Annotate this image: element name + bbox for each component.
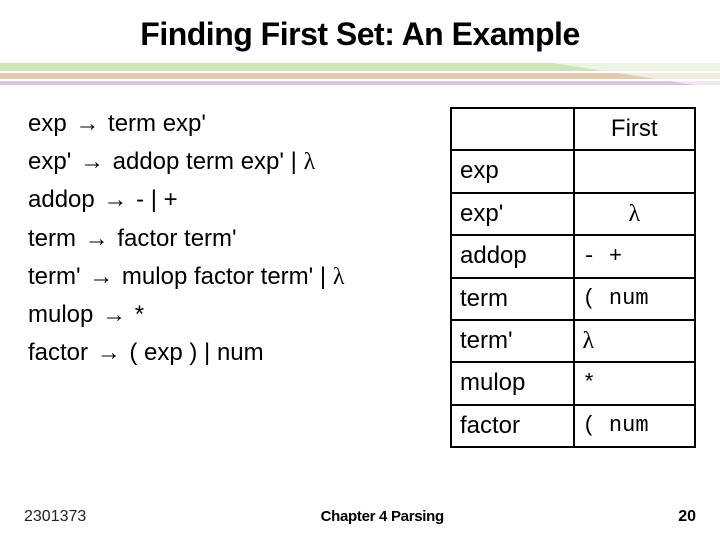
table-row: exp'λ	[451, 193, 695, 235]
page-number: 20	[678, 508, 696, 526]
lambda-icon: λ	[304, 149, 316, 175]
table-cell-nonterminal: exp	[451, 150, 574, 192]
arrow-icon: →	[100, 302, 128, 328]
arrow-icon: →	[73, 111, 101, 137]
table-cell-first: λ	[574, 320, 695, 362]
grammar-block: exp → term exp'exp' → addop term exp' | …	[28, 105, 438, 448]
table-cell-nonterminal: term'	[451, 320, 574, 362]
table-header-first: First	[574, 108, 695, 150]
table-cell-nonterminal: term	[451, 278, 574, 320]
first-set-table: First expexp'λaddop- +term( numterm'λmul…	[450, 107, 696, 448]
table-cell-first	[574, 150, 695, 192]
grammar-rule: mulop → *	[28, 296, 438, 334]
table-cell-nonterminal: exp'	[451, 193, 574, 235]
course-code: 2301373	[24, 508, 86, 526]
first-set-table-wrap: First expexp'λaddop- +term( numterm'λmul…	[450, 105, 696, 448]
grammar-rule: term → factor term'	[28, 220, 438, 258]
grammar-rule: factor → ( exp ) | num	[28, 334, 438, 372]
grammar-rule: exp → term exp'	[28, 105, 438, 143]
table-row: mulop*	[451, 362, 695, 404]
arrow-icon: →	[87, 264, 115, 290]
table-cell-first: λ	[574, 193, 695, 235]
table-row: addop- +	[451, 235, 695, 277]
content-area: exp → term exp'exp' → addop term exp' | …	[0, 87, 720, 448]
table-row: term( num	[451, 278, 695, 320]
arrow-icon: →	[95, 340, 123, 366]
table-header-nonterminal	[451, 108, 574, 150]
page-title: Finding First Set: An Example	[0, 0, 720, 61]
table-cell-nonterminal: mulop	[451, 362, 574, 404]
grammar-rule: exp' → addop term exp' | λ	[28, 143, 438, 181]
grammar-rule: term' → mulop factor term' | λ	[28, 258, 438, 296]
table-cell-first: ( num	[574, 405, 695, 447]
table-cell-first: - +	[574, 235, 695, 277]
table-cell-nonterminal: factor	[451, 405, 574, 447]
table-row: factor( num	[451, 405, 695, 447]
table-row: exp	[451, 150, 695, 192]
lambda-icon: λ	[333, 264, 345, 290]
arrow-icon: →	[78, 149, 106, 175]
table-row: term'λ	[451, 320, 695, 362]
table-cell-first: ( num	[574, 278, 695, 320]
footer: 2301373 Chapter 4 Parsing 20	[0, 508, 720, 526]
grammar-rule: addop → - | +	[28, 181, 438, 219]
table-cell-nonterminal: addop	[451, 235, 574, 277]
arrow-icon: →	[83, 226, 111, 252]
decorative-stripes	[0, 63, 720, 87]
arrow-icon: →	[101, 187, 129, 213]
table-cell-first: *	[574, 362, 695, 404]
chapter-label: Chapter 4 Parsing	[321, 508, 444, 525]
